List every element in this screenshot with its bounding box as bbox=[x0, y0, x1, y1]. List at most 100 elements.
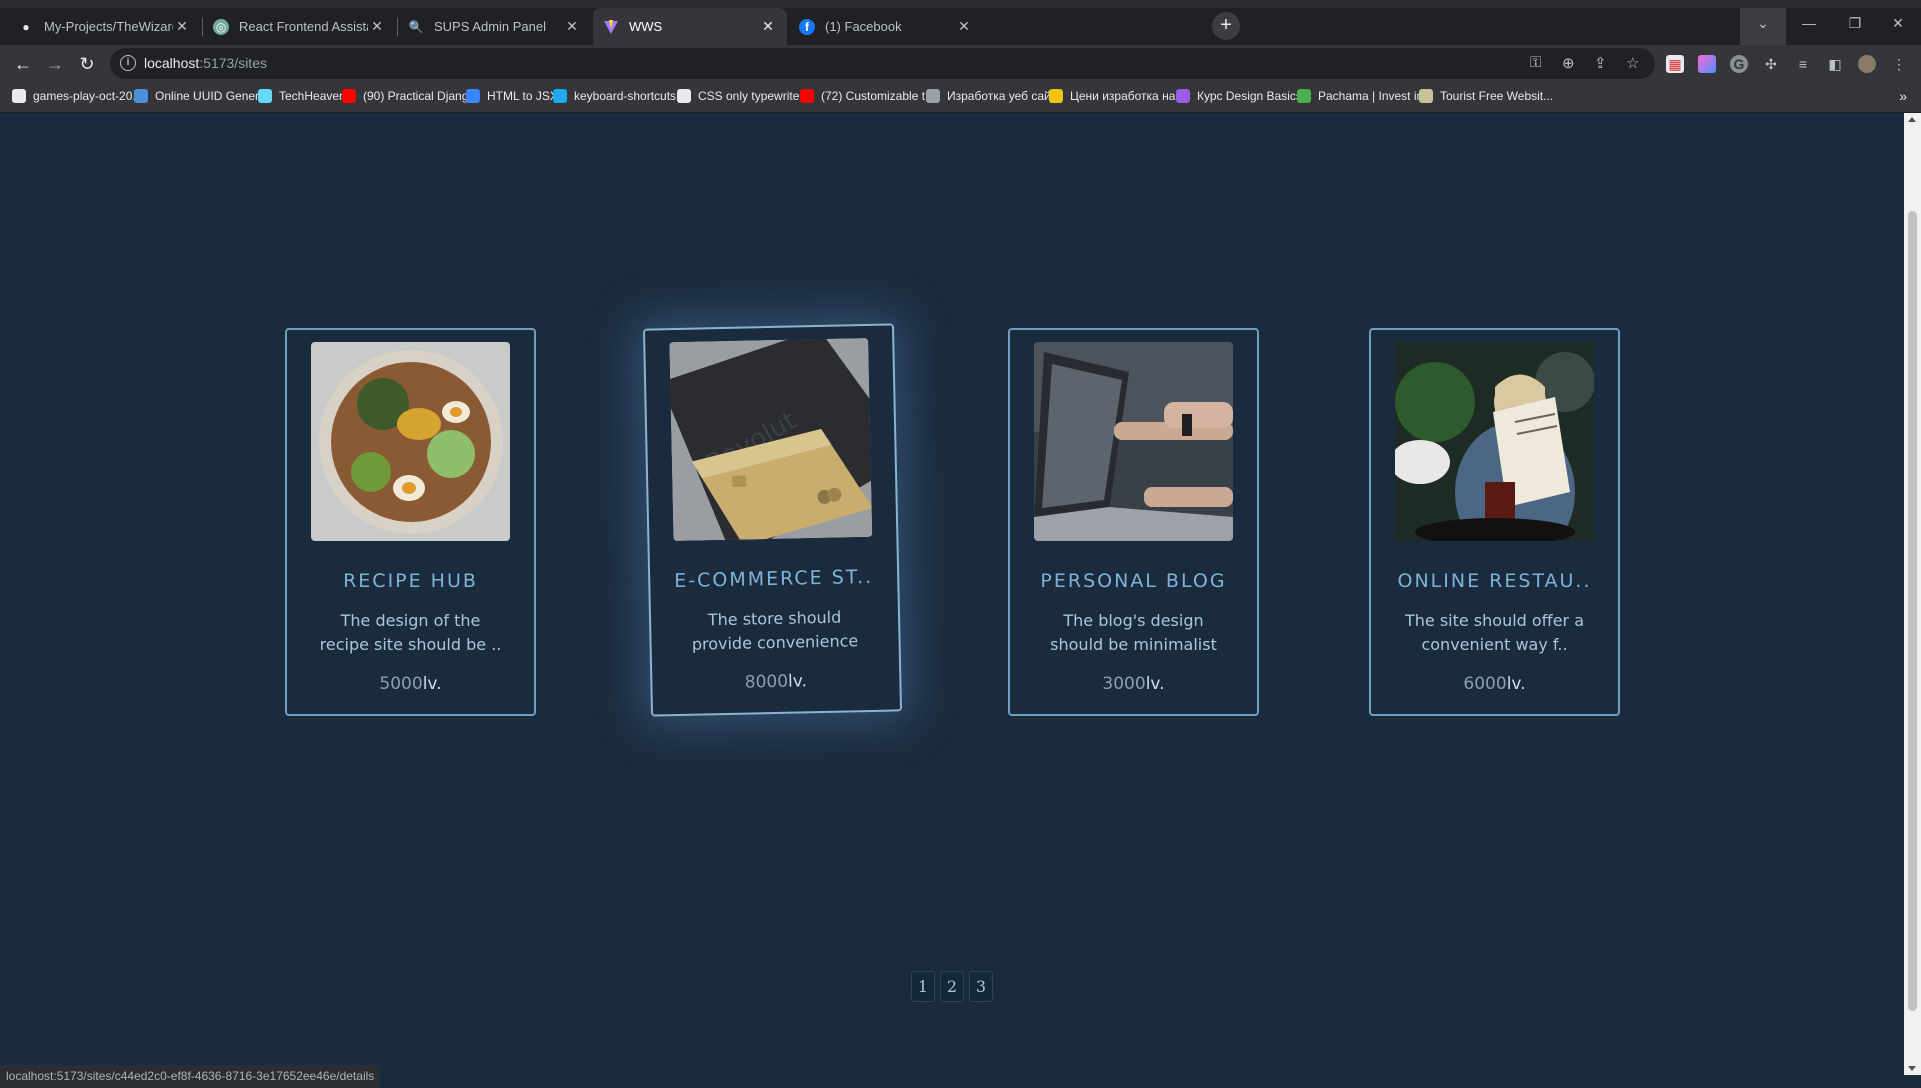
close-icon[interactable]: ✕ bbox=[563, 18, 581, 35]
zoom-icon[interactable]: ⊕ bbox=[1562, 54, 1575, 72]
bookmark-item[interactable]: TechHeaven bbox=[258, 89, 346, 103]
bookmark-item[interactable]: (90) Practical Djang... bbox=[342, 89, 478, 103]
tab-title: React Frontend Assistance bbox=[239, 19, 368, 34]
side-panel-icon[interactable]: ◧ bbox=[1826, 55, 1844, 73]
site-title: PERSONAL BLOG bbox=[1040, 570, 1227, 592]
openai-icon: ◎ bbox=[213, 18, 229, 35]
bookmarks-bar: games-play-oct-20... Online UUID Gener...… bbox=[0, 83, 1921, 113]
back-arrow-icon[interactable]: ← bbox=[8, 49, 38, 79]
site-description-line: The blog's design bbox=[1063, 611, 1204, 630]
tab-github[interactable]: ● My-Projects/TheWizardOfWebsi ✕ bbox=[8, 8, 201, 45]
price-amount: 3000 bbox=[1102, 674, 1146, 694]
bookmark-item[interactable]: Online UUID Gener... bbox=[134, 89, 268, 103]
tab-search-button[interactable]: ⌄ bbox=[1740, 8, 1786, 45]
site-title: E-COMMERCE ST.. bbox=[674, 565, 874, 593]
site-description-line: The design of the bbox=[340, 611, 481, 630]
page-scrollbar[interactable] bbox=[1904, 113, 1921, 1075]
site-price: 3000lv. bbox=[1010, 674, 1257, 694]
price-currency: lv. bbox=[1145, 674, 1165, 694]
price-amount: 5000 bbox=[379, 674, 423, 694]
site-card[interactable]: PERSONAL BLOG The blog's design should b… bbox=[1008, 328, 1259, 716]
address-bar[interactable]: i localhost:5173/sites ⚿ ⊕ ⇪ ☆ bbox=[110, 48, 1655, 79]
vscode-icon bbox=[553, 89, 567, 103]
vite-icon bbox=[603, 19, 619, 35]
bookmark-item[interactable]: Изработка уеб сай... bbox=[926, 89, 1061, 103]
restore-button[interactable]: ❐ bbox=[1832, 8, 1878, 45]
transform-icon bbox=[466, 89, 480, 103]
bookmark-label: Pachama | Invest in... bbox=[1318, 89, 1434, 103]
page-button-1[interactable]: 1 bbox=[911, 971, 935, 1002]
bookmark-item[interactable]: Tourist Free Websit... bbox=[1419, 89, 1553, 103]
share-icon[interactable]: ⇪ bbox=[1594, 54, 1607, 72]
url-text[interactable]: localhost:5173/sites bbox=[144, 55, 267, 71]
bookmark-label: Изработка уеб сай... bbox=[947, 89, 1061, 103]
reload-icon[interactable]: ↻ bbox=[72, 49, 102, 79]
key-icon[interactable]: ⚿ bbox=[1530, 54, 1541, 71]
tab-sups-admin[interactable]: 🔍 SUPS Admin Panel ✕ bbox=[398, 8, 591, 45]
price-currency: lv. bbox=[422, 674, 442, 694]
page-button-2[interactable]: 2 bbox=[940, 971, 964, 1002]
site-card[interactable]: ONLINE RESTAU.. The site should offer a … bbox=[1369, 328, 1620, 716]
youtube-icon bbox=[800, 89, 814, 103]
bookmark-item[interactable]: Курс Design Basics... bbox=[1176, 89, 1312, 103]
github-icon bbox=[12, 89, 26, 103]
bookmark-item[interactable]: Цени изработка на... bbox=[1049, 89, 1185, 103]
close-icon[interactable]: ✕ bbox=[759, 18, 777, 35]
close-icon[interactable]: ✕ bbox=[173, 18, 191, 35]
site-icon bbox=[926, 89, 940, 103]
bookmark-item[interactable]: Pachama | Invest in... bbox=[1297, 89, 1433, 103]
bookmark-item[interactable]: games-play-oct-20... bbox=[12, 89, 142, 103]
site-card[interactable]: RECIPE HUB The design of the recipe site… bbox=[285, 328, 536, 716]
bookmark-label: keyboard-shortcuts... bbox=[574, 89, 687, 103]
bookmark-item[interactable]: CSS only typewriter... bbox=[677, 89, 813, 103]
site-description-line: should be minimalist bbox=[1050, 635, 1217, 654]
site-description: The blog's design should be minimalist bbox=[1038, 609, 1229, 657]
puzzle-icon[interactable]: ✣ bbox=[1762, 55, 1780, 73]
extension-calendar-icon[interactable]: ▦ bbox=[1666, 55, 1684, 73]
minimize-button[interactable]: — bbox=[1786, 8, 1832, 45]
star-icon[interactable]: ☆ bbox=[1626, 54, 1639, 72]
tab-react-frontend[interactable]: ◎ React Frontend Assistance ✕ bbox=[203, 8, 396, 45]
site-description: The site should offer a convenient way f… bbox=[1399, 609, 1590, 657]
codepen-icon bbox=[677, 89, 691, 103]
restaurant-image bbox=[1395, 342, 1594, 541]
facebook-icon: f bbox=[799, 18, 815, 35]
bookmarks-more-button[interactable]: » bbox=[1899, 88, 1907, 104]
site-info-icon[interactable]: i bbox=[120, 55, 136, 71]
bookmark-label: (72) Customizable t... bbox=[821, 89, 936, 103]
site-description: The store should provide convenience bbox=[679, 605, 871, 657]
pachama-icon bbox=[1297, 89, 1311, 103]
course-icon bbox=[1176, 89, 1190, 103]
site-title: ONLINE RESTAU.. bbox=[1397, 570, 1592, 592]
media-queue-icon[interactable]: ≡ bbox=[1794, 55, 1812, 73]
bookmark-label: games-play-oct-20... bbox=[33, 89, 143, 103]
react-icon bbox=[258, 89, 272, 103]
site-card[interactable]: Revolut E-COMMERCE ST.. The store should… bbox=[642, 323, 903, 717]
avatar[interactable] bbox=[1858, 55, 1876, 73]
tab-facebook[interactable]: f (1) Facebook ✕ bbox=[789, 8, 983, 45]
bookmark-item[interactable]: HTML to JSX bbox=[466, 89, 558, 103]
scroll-down-icon[interactable] bbox=[1908, 1066, 1916, 1071]
site-description-line: provide convenience bbox=[691, 631, 859, 654]
bookmark-label: Цени изработка на... bbox=[1070, 89, 1186, 103]
close-window-button[interactable]: ✕ bbox=[1875, 8, 1921, 45]
bookmark-item[interactable]: keyboard-shortcuts... bbox=[553, 89, 686, 103]
extension-grammarly-icon[interactable]: G bbox=[1730, 55, 1748, 73]
price-amount: 6000 bbox=[1463, 674, 1507, 694]
close-icon[interactable]: ✕ bbox=[955, 18, 973, 35]
page-button-3[interactable]: 3 bbox=[969, 971, 993, 1002]
forward-arrow-icon[interactable]: → bbox=[40, 49, 70, 79]
tab-wws[interactable]: WWS ✕ bbox=[593, 8, 787, 45]
tab-title: WWS bbox=[629, 19, 663, 34]
site-title: RECIPE HUB bbox=[343, 570, 478, 592]
bookmark-item[interactable]: (72) Customizable t... bbox=[800, 89, 935, 103]
new-tab-button[interactable]: + bbox=[1212, 12, 1240, 40]
youtube-icon bbox=[342, 89, 356, 103]
scroll-up-icon[interactable] bbox=[1908, 117, 1916, 122]
extension-gradient-icon[interactable] bbox=[1698, 55, 1716, 73]
more-menu-icon[interactable]: ⋮ bbox=[1890, 55, 1908, 73]
close-icon[interactable]: ✕ bbox=[368, 18, 386, 35]
tab-title: My-Projects/TheWizardOfWebsi bbox=[44, 19, 173, 34]
scrollbar-thumb[interactable] bbox=[1908, 211, 1917, 1011]
site-price: 8000lv. bbox=[652, 669, 899, 694]
